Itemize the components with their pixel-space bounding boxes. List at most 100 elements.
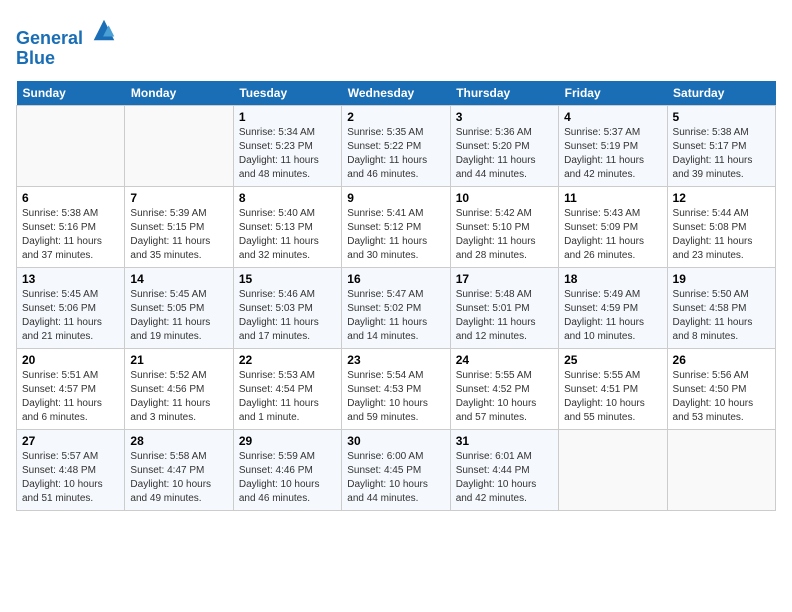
calendar-cell: 10 Sunrise: 5:42 AMSunset: 5:10 PMDayligh… (450, 186, 558, 267)
day-info: Sunrise: 5:40 AMSunset: 5:13 PMDaylight:… (239, 207, 336, 263)
day-info: Sunrise: 5:56 AMSunset: 4:50 PMDaylight:… (673, 369, 770, 425)
calendar-cell: 30Sunrise: 6:00 AMSunset: 4:45 PMDayligh… (342, 429, 450, 510)
day-number: 18 (564, 272, 661, 286)
day-number: 15 (239, 272, 336, 286)
day-number: 8 (239, 191, 336, 205)
calendar-cell: 24 Sunrise: 5:55 AMSunset: 4:52 PMDayligh… (450, 348, 558, 429)
day-info: Sunrise: 5:51 AMSunset: 4:57 PMDaylight:… (22, 369, 119, 425)
day-info: Sunrise: 5:52 AMSunset: 4:56 PMDaylight:… (130, 369, 227, 425)
calendar-cell: 4 Sunrise: 5:37 AMSunset: 5:19 PMDaylight… (559, 105, 667, 186)
day-number: 3 (456, 110, 553, 124)
day-number: 27 (22, 434, 119, 448)
calendar-cell: 3Sunrise: 5:36 AMSunset: 5:20 PMDaylight… (450, 105, 558, 186)
calendar-cell: 27 Sunrise: 5:57 AMSunset: 4:48 PMDayligh… (17, 429, 125, 510)
day-info: Sunrise: 5:38 AMSunset: 5:16 PMDaylight:… (22, 207, 119, 263)
day-number: 14 (130, 272, 227, 286)
logo-general: General (16, 28, 83, 48)
week-row-4: 20 Sunrise: 5:51 AMSunset: 4:57 PMDayligh… (17, 348, 776, 429)
day-number: 22 (239, 353, 336, 367)
calendar-cell: 28 Sunrise: 5:58 AMSunset: 4:47 PMDayligh… (125, 429, 233, 510)
calendar-cell (667, 429, 775, 510)
day-info: Sunrise: 5:59 AMSunset: 4:46 PMDaylight:… (239, 450, 336, 506)
day-number: 13 (22, 272, 119, 286)
weekday-header-sunday: Sunday (17, 81, 125, 106)
day-number: 26 (673, 353, 770, 367)
calendar-cell: 17Sunrise: 5:48 AMSunset: 5:01 PMDayligh… (450, 267, 558, 348)
day-number: 31 (456, 434, 553, 448)
weekday-header-row: SundayMondayTuesdayWednesdayThursdayFrid… (17, 81, 776, 106)
calendar-cell: 13 Sunrise: 5:45 AMSunset: 5:06 PMDayligh… (17, 267, 125, 348)
day-info: Sunrise: 5:43 AMSunset: 5:09 PMDaylight:… (564, 207, 661, 263)
weekday-header-friday: Friday (559, 81, 667, 106)
day-info: Sunrise: 5:38 AMSunset: 5:17 PMDaylight:… (673, 126, 770, 182)
day-info: Sunrise: 5:55 AMSunset: 4:52 PMDaylight:… (456, 369, 553, 425)
page-header: General Blue (16, 16, 776, 69)
day-number: 30 (347, 434, 444, 448)
day-number: 23 (347, 353, 444, 367)
logo-blue: Blue (16, 48, 55, 68)
calendar-cell (125, 105, 233, 186)
day-number: 21 (130, 353, 227, 367)
day-info: Sunrise: 5:53 AMSunset: 4:54 PMDaylight:… (239, 369, 336, 425)
calendar-cell: 1 Sunrise: 5:34 AMSunset: 5:23 PMDaylight… (233, 105, 341, 186)
day-number: 19 (673, 272, 770, 286)
day-info: Sunrise: 5:47 AMSunset: 5:02 PMDaylight:… (347, 288, 444, 344)
weekday-header-wednesday: Wednesday (342, 81, 450, 106)
day-info: Sunrise: 5:46 AMSunset: 5:03 PMDaylight:… (239, 288, 336, 344)
day-number: 6 (22, 191, 119, 205)
day-number: 29 (239, 434, 336, 448)
logo: General Blue (16, 16, 118, 69)
day-info: Sunrise: 5:37 AMSunset: 5:19 PMDaylight:… (564, 126, 661, 182)
week-row-2: 6 Sunrise: 5:38 AMSunset: 5:16 PMDaylight… (17, 186, 776, 267)
day-number: 12 (673, 191, 770, 205)
calendar-cell: 29 Sunrise: 5:59 AMSunset: 4:46 PMDayligh… (233, 429, 341, 510)
calendar-cell: 12Sunrise: 5:44 AMSunset: 5:08 PMDayligh… (667, 186, 775, 267)
day-number: 20 (22, 353, 119, 367)
calendar-cell: 7Sunrise: 5:39 AMSunset: 5:15 PMDaylight… (125, 186, 233, 267)
day-number: 5 (673, 110, 770, 124)
calendar-table: SundayMondayTuesdayWednesdayThursdayFrid… (16, 81, 776, 511)
day-info: Sunrise: 5:41 AMSunset: 5:12 PMDaylight:… (347, 207, 444, 263)
calendar-cell: 22 Sunrise: 5:53 AMSunset: 4:54 PMDayligh… (233, 348, 341, 429)
day-number: 10 (456, 191, 553, 205)
calendar-cell: 26 Sunrise: 5:56 AMSunset: 4:50 PMDayligh… (667, 348, 775, 429)
day-info: Sunrise: 5:42 AMSunset: 5:10 PMDaylight:… (456, 207, 553, 263)
day-info: Sunrise: 5:45 AMSunset: 5:06 PMDaylight:… (22, 288, 119, 344)
week-row-1: 1 Sunrise: 5:34 AMSunset: 5:23 PMDaylight… (17, 105, 776, 186)
week-row-5: 27 Sunrise: 5:57 AMSunset: 4:48 PMDayligh… (17, 429, 776, 510)
day-info: Sunrise: 5:50 AMSunset: 4:58 PMDaylight:… (673, 288, 770, 344)
calendar-cell: 9 Sunrise: 5:41 AMSunset: 5:12 PMDaylight… (342, 186, 450, 267)
day-info: Sunrise: 5:49 AMSunset: 4:59 PMDaylight:… (564, 288, 661, 344)
day-info: Sunrise: 5:55 AMSunset: 4:51 PMDaylight:… (564, 369, 661, 425)
day-number: 17 (456, 272, 553, 286)
day-number: 2 (347, 110, 444, 124)
day-number: 4 (564, 110, 661, 124)
calendar-cell: 5 Sunrise: 5:38 AMSunset: 5:17 PMDaylight… (667, 105, 775, 186)
calendar-cell: 16Sunrise: 5:47 AMSunset: 5:02 PMDayligh… (342, 267, 450, 348)
weekday-header-thursday: Thursday (450, 81, 558, 106)
calendar-cell: 19 Sunrise: 5:50 AMSunset: 4:58 PMDayligh… (667, 267, 775, 348)
day-number: 24 (456, 353, 553, 367)
calendar-cell: 2 Sunrise: 5:35 AMSunset: 5:22 PMDaylight… (342, 105, 450, 186)
day-number: 25 (564, 353, 661, 367)
weekday-header-tuesday: Tuesday (233, 81, 341, 106)
calendar-cell: 6 Sunrise: 5:38 AMSunset: 5:16 PMDaylight… (17, 186, 125, 267)
day-number: 7 (130, 191, 227, 205)
day-number: 11 (564, 191, 661, 205)
day-number: 9 (347, 191, 444, 205)
day-info: Sunrise: 6:01 AMSunset: 4:44 PMDaylight:… (456, 450, 553, 506)
day-info: Sunrise: 5:54 AMSunset: 4:53 PMDaylight:… (347, 369, 444, 425)
calendar-cell: 15 Sunrise: 5:46 AMSunset: 5:03 PMDayligh… (233, 267, 341, 348)
day-number: 1 (239, 110, 336, 124)
calendar-cell: 25 Sunrise: 5:55 AMSunset: 4:51 PMDayligh… (559, 348, 667, 429)
day-info: Sunrise: 5:34 AMSunset: 5:23 PMDaylight:… (239, 126, 336, 182)
calendar-cell: 20 Sunrise: 5:51 AMSunset: 4:57 PMDayligh… (17, 348, 125, 429)
day-info: Sunrise: 5:58 AMSunset: 4:47 PMDaylight:… (130, 450, 227, 506)
day-info: Sunrise: 5:57 AMSunset: 4:48 PMDaylight:… (22, 450, 119, 506)
day-number: 28 (130, 434, 227, 448)
day-info: Sunrise: 5:35 AMSunset: 5:22 PMDaylight:… (347, 126, 444, 182)
calendar-cell (559, 429, 667, 510)
calendar-cell: 8 Sunrise: 5:40 AMSunset: 5:13 PMDaylight… (233, 186, 341, 267)
calendar-cell: 23 Sunrise: 5:54 AMSunset: 4:53 PMDayligh… (342, 348, 450, 429)
week-row-3: 13 Sunrise: 5:45 AMSunset: 5:06 PMDayligh… (17, 267, 776, 348)
